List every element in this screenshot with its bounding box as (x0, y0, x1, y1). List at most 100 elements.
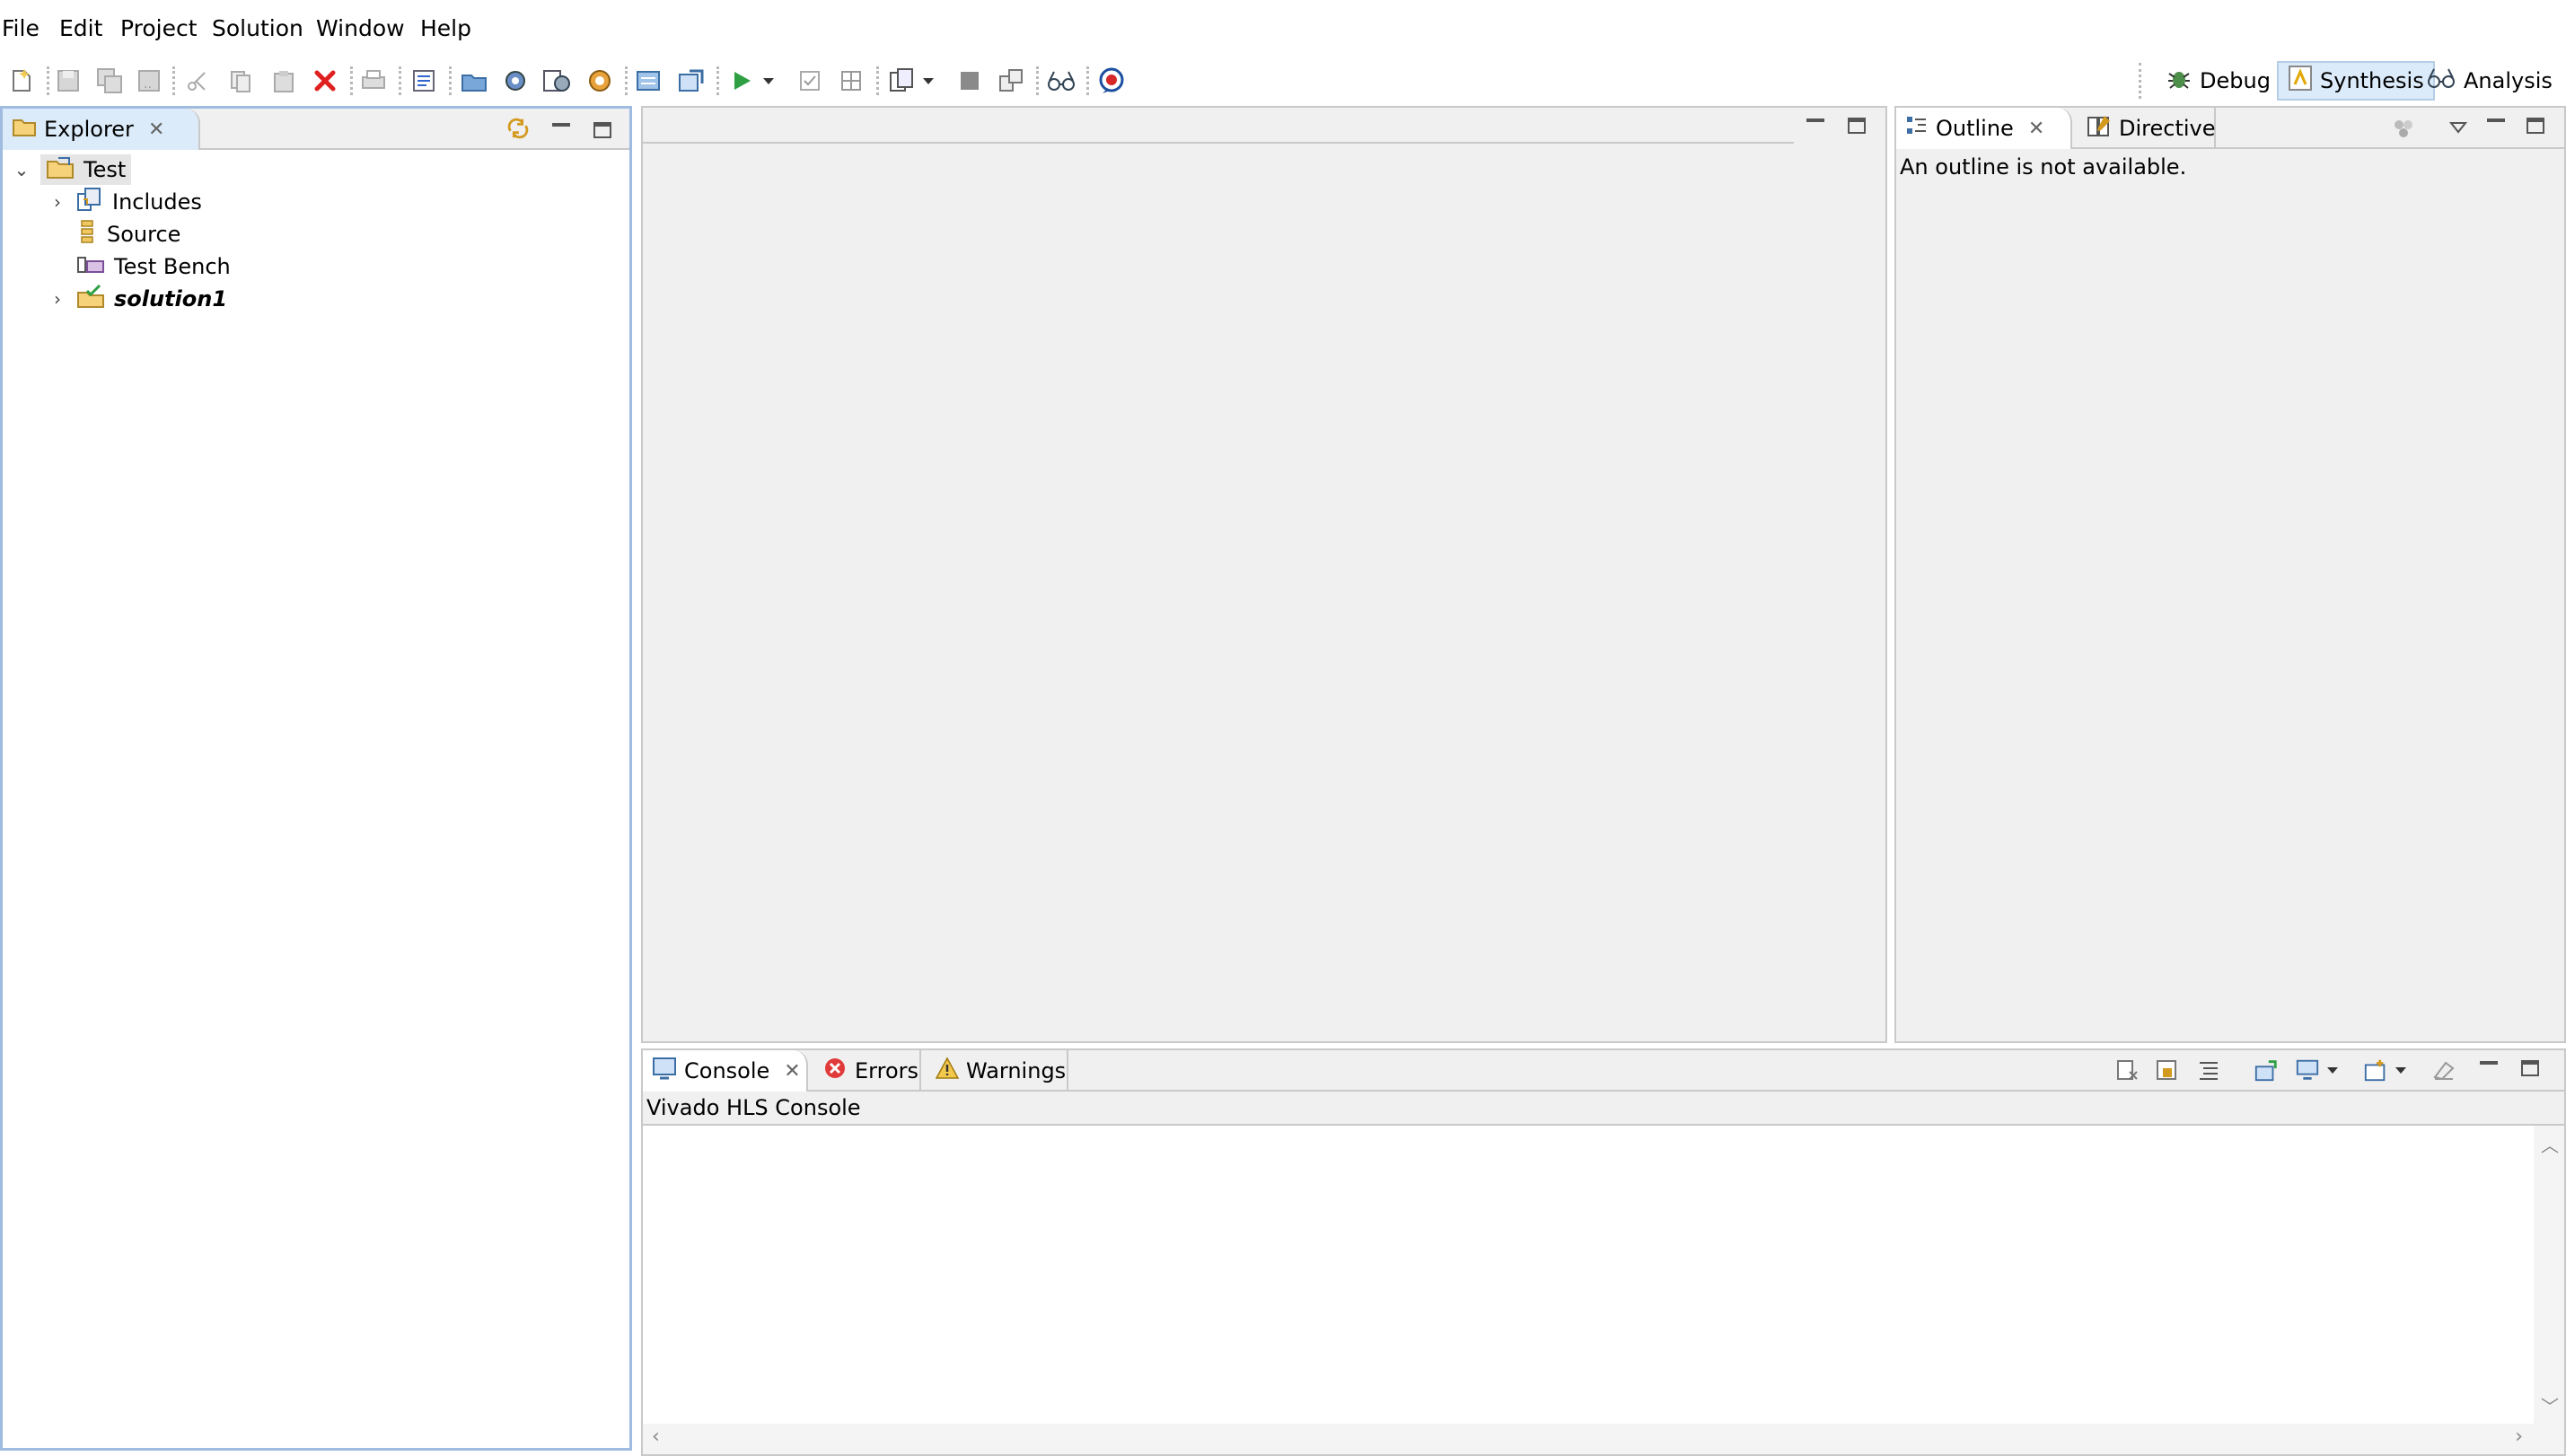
export-rtl-icon[interactable] (675, 65, 707, 97)
pin-console-icon[interactable] (2254, 1057, 2279, 1083)
view-menu-chevron-down-icon[interactable] (2446, 115, 2471, 140)
main-toolbar: .. Debug Synthesis Analysis (0, 57, 2566, 104)
tree-item-solution1[interactable]: › solution1 (48, 283, 227, 315)
delete-icon[interactable] (309, 65, 341, 97)
save-all-icon[interactable] (93, 65, 126, 97)
link-editor-icon[interactable] (505, 116, 531, 141)
menu-edit[interactable]: Edit (59, 13, 102, 45)
perspective-debug[interactable]: Debug (2157, 61, 2280, 101)
scroll-lock-icon[interactable] (2155, 1057, 2180, 1083)
simulation-icon[interactable] (632, 65, 664, 97)
console-output[interactable]: ︿ ﹀ ‹ › (643, 1124, 2564, 1454)
outline-body: An outline is not available. (1896, 149, 2564, 1041)
maximize-icon[interactable] (590, 118, 615, 143)
word-wrap-icon[interactable] (2196, 1057, 2221, 1083)
console-icon (652, 1057, 677, 1085)
outline-message: An outline is not available. (1900, 154, 2187, 180)
tree-item-source[interactable]: Source (76, 218, 180, 250)
scroll-left-icon[interactable]: ‹ (652, 1425, 660, 1448)
tab-outline[interactable]: Outline ✕ (1896, 108, 2072, 149)
filter-icon[interactable] (2392, 117, 2417, 142)
run-icon[interactable] (725, 65, 758, 97)
explorer-tabstrip: Explorer ✕ (3, 109, 629, 150)
tree-item-label: Test Bench (114, 254, 231, 279)
clear-console-icon[interactable] (2115, 1057, 2140, 1083)
tab-explorer[interactable]: Explorer ✕ (3, 109, 200, 150)
includes-icon (76, 187, 103, 217)
new-file-icon[interactable] (5, 65, 38, 97)
perspective-debug-label: Debug (2200, 68, 2271, 93)
chevron-right-icon[interactable]: › (48, 288, 67, 310)
menu-help[interactable]: Help (420, 13, 471, 45)
source-icon (76, 219, 98, 250)
open-folder-icon[interactable] (458, 65, 490, 97)
chevron-right-icon[interactable]: › (48, 191, 67, 213)
tab-outline-label: Outline (1936, 116, 2014, 141)
run-dropdown-chevron-down-icon[interactable] (760, 65, 778, 97)
perspective-analysis[interactable]: Analysis (2417, 61, 2562, 101)
tab-warnings[interactable]: Warnings (927, 1050, 1068, 1092)
gear-icon[interactable] (499, 65, 532, 97)
grid-icon[interactable] (835, 65, 867, 97)
perspective-analysis-label: Analysis (2464, 68, 2553, 93)
checkbox-validate-icon[interactable] (794, 65, 826, 97)
minimize-icon[interactable] (2476, 1056, 2501, 1081)
maximize-icon[interactable] (2523, 113, 2548, 138)
minimize-icon[interactable] (1803, 113, 1828, 138)
vertical-scrollbar[interactable]: ︿ ﹀ (2534, 1126, 2564, 1424)
error-icon (822, 1056, 848, 1086)
folder-icon (12, 115, 37, 144)
analysis-glasses-icon[interactable] (1045, 65, 1077, 97)
tab-errors-label: Errors (855, 1058, 919, 1083)
tree-item-includes[interactable]: › Includes (48, 186, 202, 218)
minimize-icon[interactable] (2483, 113, 2509, 138)
scroll-up-icon[interactable]: ︿ (2541, 1131, 2559, 1157)
maximize-icon[interactable] (1844, 113, 1869, 138)
project-settings-icon[interactable] (408, 65, 440, 97)
tab-warnings-label: Warnings (966, 1058, 1067, 1083)
report-icon[interactable] (885, 65, 918, 97)
cut-icon[interactable] (181, 65, 214, 97)
save-as-icon[interactable]: .. (133, 65, 165, 97)
print-icon[interactable] (357, 65, 390, 97)
outline-tabstrip: Outline ✕ Directive (1896, 108, 2564, 149)
tree-item-test-bench[interactable]: Test Bench (76, 250, 231, 283)
test-bench-icon (76, 252, 105, 281)
scroll-down-icon[interactable]: ﹀ (2541, 1392, 2559, 1418)
eraser-icon[interactable] (2431, 1057, 2456, 1083)
open-console-icon[interactable] (2363, 1057, 2388, 1083)
menu-solution[interactable]: Solution (212, 13, 303, 45)
tab-console[interactable]: Console ✕ (643, 1050, 808, 1092)
tab-directive[interactable]: Directive (2078, 108, 2216, 149)
console-tabstrip: Console ✕ Errors Warnings (643, 1050, 2564, 1092)
close-icon[interactable]: ✕ (784, 1060, 800, 1083)
bug-icon (2166, 65, 2193, 97)
close-icon[interactable]: ✕ (2028, 118, 2044, 140)
chevron-down-icon[interactable]: ⌄ (12, 159, 31, 180)
stop-icon[interactable] (953, 65, 986, 97)
menu-window[interactable]: Window (316, 13, 405, 45)
console-title: Vivado HLS Console (646, 1095, 861, 1120)
editor-area (641, 106, 1887, 1043)
help-bubble-icon[interactable] (1095, 65, 1128, 97)
tree-item-test[interactable]: ⌄ Test (12, 153, 132, 186)
horizontal-scrollbar[interactable]: ‹ › (643, 1424, 2564, 1454)
scroll-right-icon[interactable]: › (2515, 1425, 2523, 1448)
report-dropdown-chevron-down-icon[interactable] (919, 65, 937, 97)
maximize-icon[interactable] (2518, 1056, 2543, 1081)
paste-icon[interactable] (268, 65, 300, 97)
menu-file[interactable]: File (2, 13, 40, 45)
tab-errors[interactable]: Errors (813, 1050, 921, 1092)
settings-gear-icon[interactable] (584, 65, 616, 97)
copy-icon[interactable] (224, 65, 257, 97)
minimize-icon[interactable] (549, 118, 574, 143)
compare-icon[interactable] (995, 65, 1027, 97)
close-icon[interactable]: ✕ (148, 118, 164, 141)
perspective-synthesis[interactable]: Synthesis (2277, 61, 2435, 101)
save-icon[interactable] (52, 65, 84, 97)
menu-project[interactable]: Project (120, 13, 198, 45)
c-synthesis-icon[interactable] (540, 65, 573, 97)
open-console-chevron-down-icon[interactable] (2392, 1057, 2410, 1083)
display-console-chevron-down-icon[interactable] (2324, 1057, 2342, 1083)
display-console-icon[interactable] (2295, 1057, 2320, 1083)
